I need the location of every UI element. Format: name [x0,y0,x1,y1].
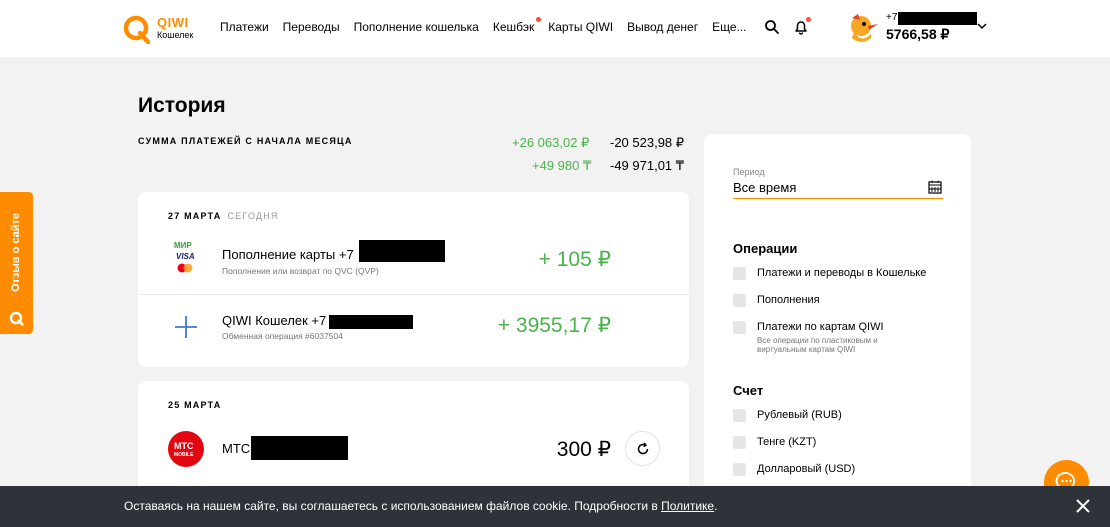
checkbox-label: Платежи по картам QIWI [757,321,884,333]
group-date: 25 МАРТА [168,400,221,410]
history-group: 25 МАРТА МТС MOBILE МТС 300 ₽ [138,381,689,501]
transaction-title: Пополнение карты +7 [222,247,354,262]
nav-transfers[interactable]: Переводы [283,20,340,34]
nav-cashback[interactable]: Кешбэк [492,17,542,34]
checkbox-label: Платежи и переводы в Кошельке [757,267,927,279]
checkbox-qiwi-cards[interactable] [733,321,746,334]
cookie-end: . [714,499,718,513]
card-brands-icon: МИР VISA [172,241,200,277]
page-title: История [138,94,226,117]
bell-notification-dot [806,17,811,22]
mts-logo-icon: МТС MOBILE [168,431,204,467]
transaction-amount: + 105 ₽ [538,248,611,271]
main-nav: Платежи Переводы Пополнение кошелька Кеш… [220,17,761,34]
account-phone-prefix: +7 [886,12,898,23]
checkbox-wallet-payments[interactable] [733,267,746,280]
cookie-banner: Оставаясь на нашем сайте, вы соглашаетес… [0,486,1110,527]
today-label: СЕГОДНЯ [227,211,279,221]
transaction-row[interactable]: QIWI Кошелек +7 Обменная операция #60375… [138,295,689,367]
cookie-text: Оставаясь на нашем сайте, вы соглашаетес… [124,499,717,513]
checkbox-usd[interactable] [733,463,746,476]
nav-payments[interactable]: Платежи [220,20,269,34]
sum-kzt-income: +49 980 ₸ [532,158,592,173]
group-date-label: 25 МАРТА [168,400,222,410]
cookie-policy-link[interactable]: Политике [661,499,714,513]
filters-panel: Период Все время Операции Платежи и пере… [704,134,971,494]
transaction-row[interactable]: МТС MOBILE МТС 300 ₽ [138,427,689,471]
account-balance[interactable]: 5766,58 ₽ [886,26,949,43]
transaction-title: QIWI Кошелек +7 [222,313,327,328]
operations-heading: Операции [733,241,798,256]
avatar[interactable] [846,12,880,44]
sum-label: СУММА ПЛАТЕЖЕЙ С НАЧАЛА МЕСЯЦА [138,136,353,146]
chevron-down-icon[interactable] [977,22,987,30]
transaction-title: МТС [222,441,251,456]
repeat-icon [637,442,649,455]
repeat-payment-button[interactable] [625,431,660,466]
history-group: 27 МАРТА СЕГОДНЯ МИР VISA Пополнение карт… [138,192,689,367]
transaction-subtitle: Пополнение или возврат по QVC (QVP) [222,266,379,276]
group-date-label: 27 МАРТА [168,211,222,221]
checkbox-label: Рублевый (RUB) [757,409,842,421]
period-underline [733,198,943,199]
checkbox-topups[interactable] [733,294,746,307]
checkbox-label: Пополнения [757,294,820,306]
period-label: Период [733,167,765,177]
top-header: QIWI Кошелек Платежи Переводы Пополнение… [0,0,1110,57]
redacted-number [251,436,348,460]
checkbox-note: Все операции по пластиковым и виртуальны… [757,336,878,354]
feedback-tab[interactable]: Отзыв о сайте [0,192,33,334]
logo-subtitle: Кошелек [157,30,194,40]
nav-cards[interactable]: Карты QIWI [548,20,613,34]
calendar-icon[interactable] [928,180,942,194]
transaction-amount: + 3955,17 ₽ [497,314,611,337]
feedback-label: Отзыв о сайте [10,212,22,292]
plus-icon [175,316,197,338]
cookie-message: Оставаясь на нашем сайте, вы соглашаетес… [124,499,662,513]
qiwi-logo[interactable]: QIWI Кошелек [122,12,197,46]
sum-kzt-outgo: -49 971,01 ₸ [610,158,685,173]
nav-withdraw[interactable]: Вывод денег [627,20,698,34]
redacted-number [359,240,445,262]
transaction-subtitle: Обменная операция #6037504 [222,331,343,341]
nav-topup[interactable]: Пополнение кошелька [354,20,479,34]
logo-text: QIWI [157,15,189,30]
checkbox-label: Долларовый (USD) [757,463,856,475]
close-icon[interactable] [1075,498,1091,514]
transaction-row[interactable]: МИР VISA Пополнение карты +7 Пополнение … [138,232,689,294]
transaction-amount: 300 ₽ [556,438,611,461]
qiwi-small-logo-icon [9,311,24,326]
period-select[interactable]: Все время [733,180,796,195]
account-heading: Счет [733,383,764,398]
group-date: 27 МАРТА СЕГОДНЯ [168,211,279,221]
sum-rub-income: +26 063,02 ₽ [512,135,590,150]
checkbox-label: Тенге (KZT) [757,436,817,448]
account-phone-redacted [898,12,977,25]
notification-dot [536,17,542,22]
sum-rub-outgo: -20 523,98 ₽ [610,135,685,150]
checkbox-kzt[interactable] [733,436,746,449]
qiwi-logo-icon [123,15,151,44]
nav-more[interactable]: Еще... [712,20,746,34]
nav-cashback-label: Кешбэк [492,20,535,34]
redacted-number [329,315,413,329]
search-icon[interactable] [764,19,780,35]
checkbox-rub[interactable] [733,409,746,422]
